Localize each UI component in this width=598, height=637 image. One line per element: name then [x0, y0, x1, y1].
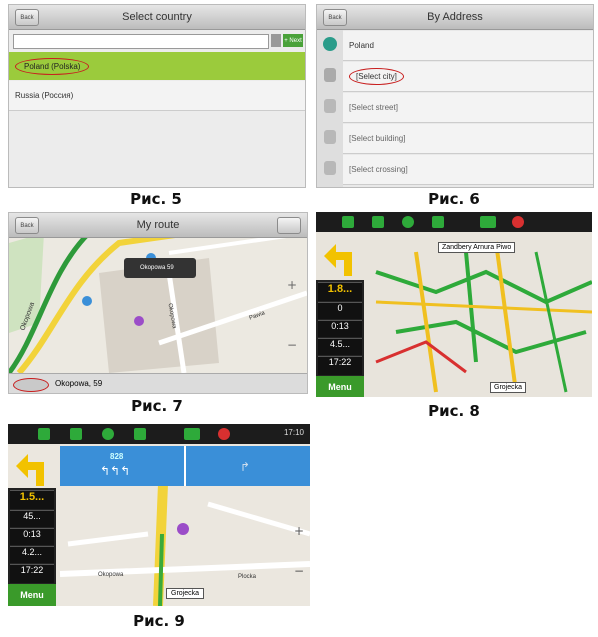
menu-button[interactable]: Menu [8, 584, 56, 606]
nav-info-panel: 1.8... 0 0:13 4.5... 17:22 [316, 280, 364, 376]
route-bottom-bar: Okopowa, 59 [9, 373, 307, 393]
time-remaining: 0:13 [10, 528, 54, 545]
nav-info-panel: 1.5... 45... 0:13 4.2... 17:22 [8, 488, 56, 584]
arrival-time: 17:22 [10, 564, 54, 583]
zoom-out-button[interactable]: − [287, 339, 299, 351]
zoom-out-button[interactable]: − [294, 564, 304, 578]
row-label: [Select building] [349, 134, 406, 143]
search-options-button[interactable] [271, 34, 281, 47]
address-row-crossing[interactable]: [Select crossing] [343, 155, 593, 185]
fig7-screenshot: Back My route Okopowa 59 Okopowa Okopowa… [8, 212, 308, 394]
address-row-city[interactable]: [Select city] [343, 62, 593, 92]
fig8-screenshot: 1.8... 0 0:13 4.5... 17:22 Menu Zandbery… [316, 212, 592, 397]
current-street-label: Grojecka [166, 588, 205, 599]
fig6-title: By Address [427, 11, 483, 23]
place-label: Grojecka [490, 382, 527, 393]
battery-icon [480, 216, 496, 228]
turn-arrow-icon [322, 240, 358, 276]
street-label: Okopowa [98, 572, 124, 578]
search-input[interactable] [13, 34, 269, 49]
fig7-caption: Рис. 7 [131, 397, 183, 415]
fig8-caption: Рис. 8 [428, 402, 480, 420]
fig6-title-bar: Back By Address [317, 5, 593, 30]
battery-icon [184, 428, 200, 440]
route-button[interactable] [13, 378, 49, 392]
row-label: Poland [349, 41, 374, 50]
zoom-in-button[interactable]: + [294, 524, 304, 538]
next-button[interactable]: + Next [283, 34, 303, 47]
fig7-title-bar: Back My route [9, 213, 307, 238]
compass-icon[interactable] [102, 428, 114, 440]
message-icon[interactable] [70, 428, 82, 440]
globe-icon [323, 37, 337, 51]
turn-arrow-icon [14, 450, 50, 486]
address-row-building[interactable]: [Select building] [343, 124, 593, 154]
back-button[interactable]: Back [15, 9, 39, 26]
street-label: Plocka [238, 574, 257, 580]
distance-to-turn: 1.8... [318, 282, 362, 301]
fig7-title: My route [136, 219, 180, 231]
zoom-in-button[interactable]: + [287, 279, 299, 291]
status-bar: 17:10 [8, 424, 310, 444]
address-row-street[interactable]: [Select street] [343, 93, 593, 123]
arrival-time: 17:22 [318, 356, 362, 375]
fig9-caption: Рис. 9 [133, 612, 185, 630]
speaker-icon[interactable] [342, 216, 354, 228]
country-item-poland[interactable]: Poland (Polska) [9, 52, 305, 80]
city-icon [324, 68, 336, 82]
speaker-icon[interactable] [38, 428, 50, 440]
clock: 17:10 [283, 428, 304, 437]
row-label: [Select city] [349, 68, 404, 85]
fig5-screenshot: Back Select country + Next Poland (Polsk… [8, 4, 306, 188]
back-button[interactable]: Back [15, 217, 39, 234]
lane-right-arrow-icon: ↱ [240, 460, 251, 474]
status-bar [316, 212, 592, 232]
distance-remaining: 4.2... [10, 546, 54, 563]
route-map [9, 213, 307, 393]
lane-label: 828 [110, 452, 124, 461]
fig9-screenshot: 17:10 828 ↰↰↰ ↱ 1.5... 45... 0:13 4.2...… [8, 424, 310, 606]
distance-to-turn: 1.5... [10, 490, 54, 509]
stop-icon[interactable] [218, 428, 230, 440]
speed-value: 45... [10, 510, 54, 527]
search-icon[interactable] [134, 428, 146, 440]
popup-label: Okopowa 59 [140, 265, 174, 271]
building-icon [324, 130, 336, 144]
fig5-title: Select country [122, 11, 192, 23]
stop-icon[interactable] [512, 216, 524, 228]
country-label: Russia (Россия) [15, 91, 74, 100]
time-remaining: 0:13 [318, 320, 362, 337]
fig5-title-bar: Back Select country [9, 5, 305, 30]
fig5-caption: Рис. 5 [130, 190, 182, 208]
fig6-caption: Рис. 6 [428, 190, 480, 208]
row-label: [Select crossing] [349, 165, 408, 174]
lane-guidance-panel: 828 ↰↰↰ ↱ [60, 446, 310, 486]
speed-value: 0 [318, 302, 362, 319]
country-item-russia[interactable]: Russia (Россия) [9, 81, 305, 111]
distance-remaining: 4.5... [318, 338, 362, 355]
back-button[interactable]: Back [323, 9, 347, 26]
fig6-screenshot: Back By Address Poland [Select city] [Se… [316, 4, 594, 188]
poi-label: Zandbery Arnura Piwo [438, 242, 516, 253]
address-row-country[interactable]: Poland [343, 31, 593, 61]
crossing-icon [324, 161, 336, 175]
lane-arrows-icon: ↰↰↰ [100, 464, 131, 478]
lane-divider [184, 446, 186, 486]
search-icon[interactable] [432, 216, 444, 228]
compass-icon[interactable] [402, 216, 414, 228]
menu-button[interactable]: Menu [316, 376, 364, 397]
map-button[interactable] [277, 217, 301, 234]
row-label: [Select street] [349, 103, 398, 112]
location-popup[interactable]: Okopowa 59 [124, 258, 196, 278]
bottom-address: Okopowa, 59 [55, 379, 103, 388]
country-label: Poland (Polska) [15, 57, 90, 75]
message-icon[interactable] [372, 216, 384, 228]
street-icon [324, 99, 336, 113]
